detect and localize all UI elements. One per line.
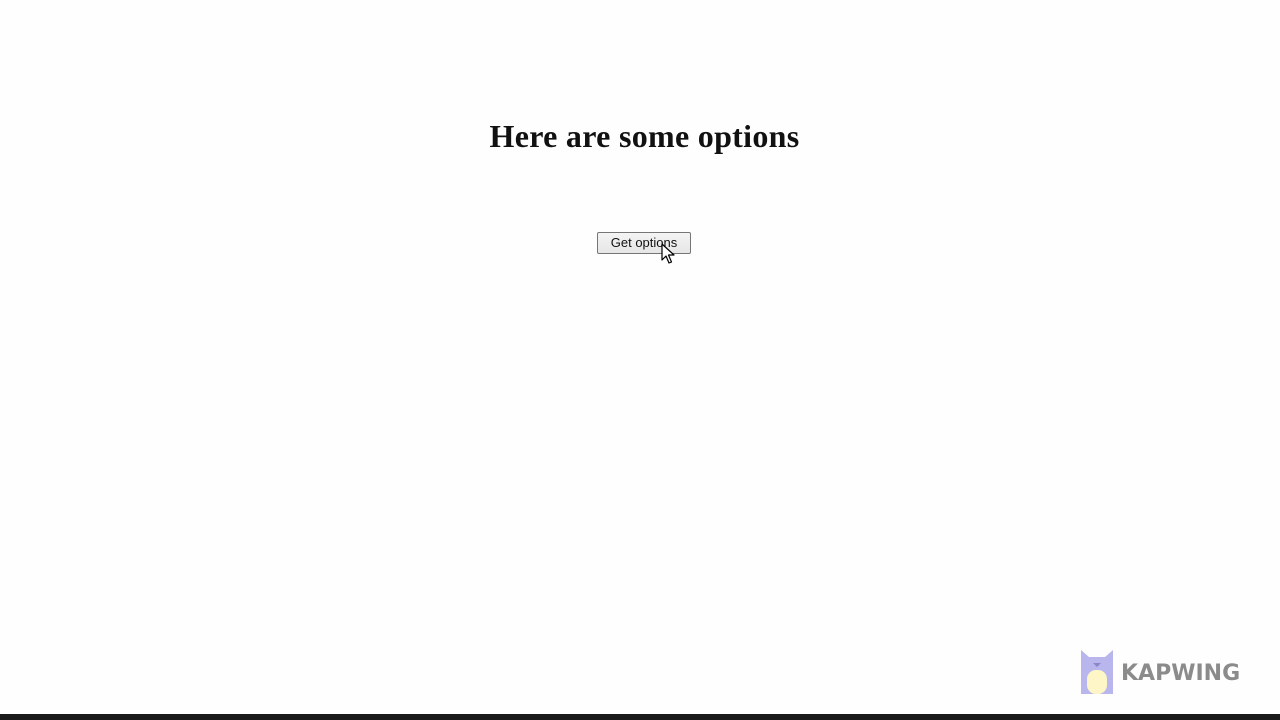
get-options-button[interactable]: Get options: [597, 232, 691, 254]
kapwing-cat-logo-icon: [1081, 650, 1113, 694]
watermark-text: KAPWING: [1121, 660, 1241, 686]
page: Here are some options Get options KAPWIN…: [0, 0, 1280, 720]
kapwing-watermark: KAPWING: [1080, 648, 1240, 694]
bottom-bar: [0, 714, 1280, 720]
page-title: Here are some options: [489, 118, 800, 154]
